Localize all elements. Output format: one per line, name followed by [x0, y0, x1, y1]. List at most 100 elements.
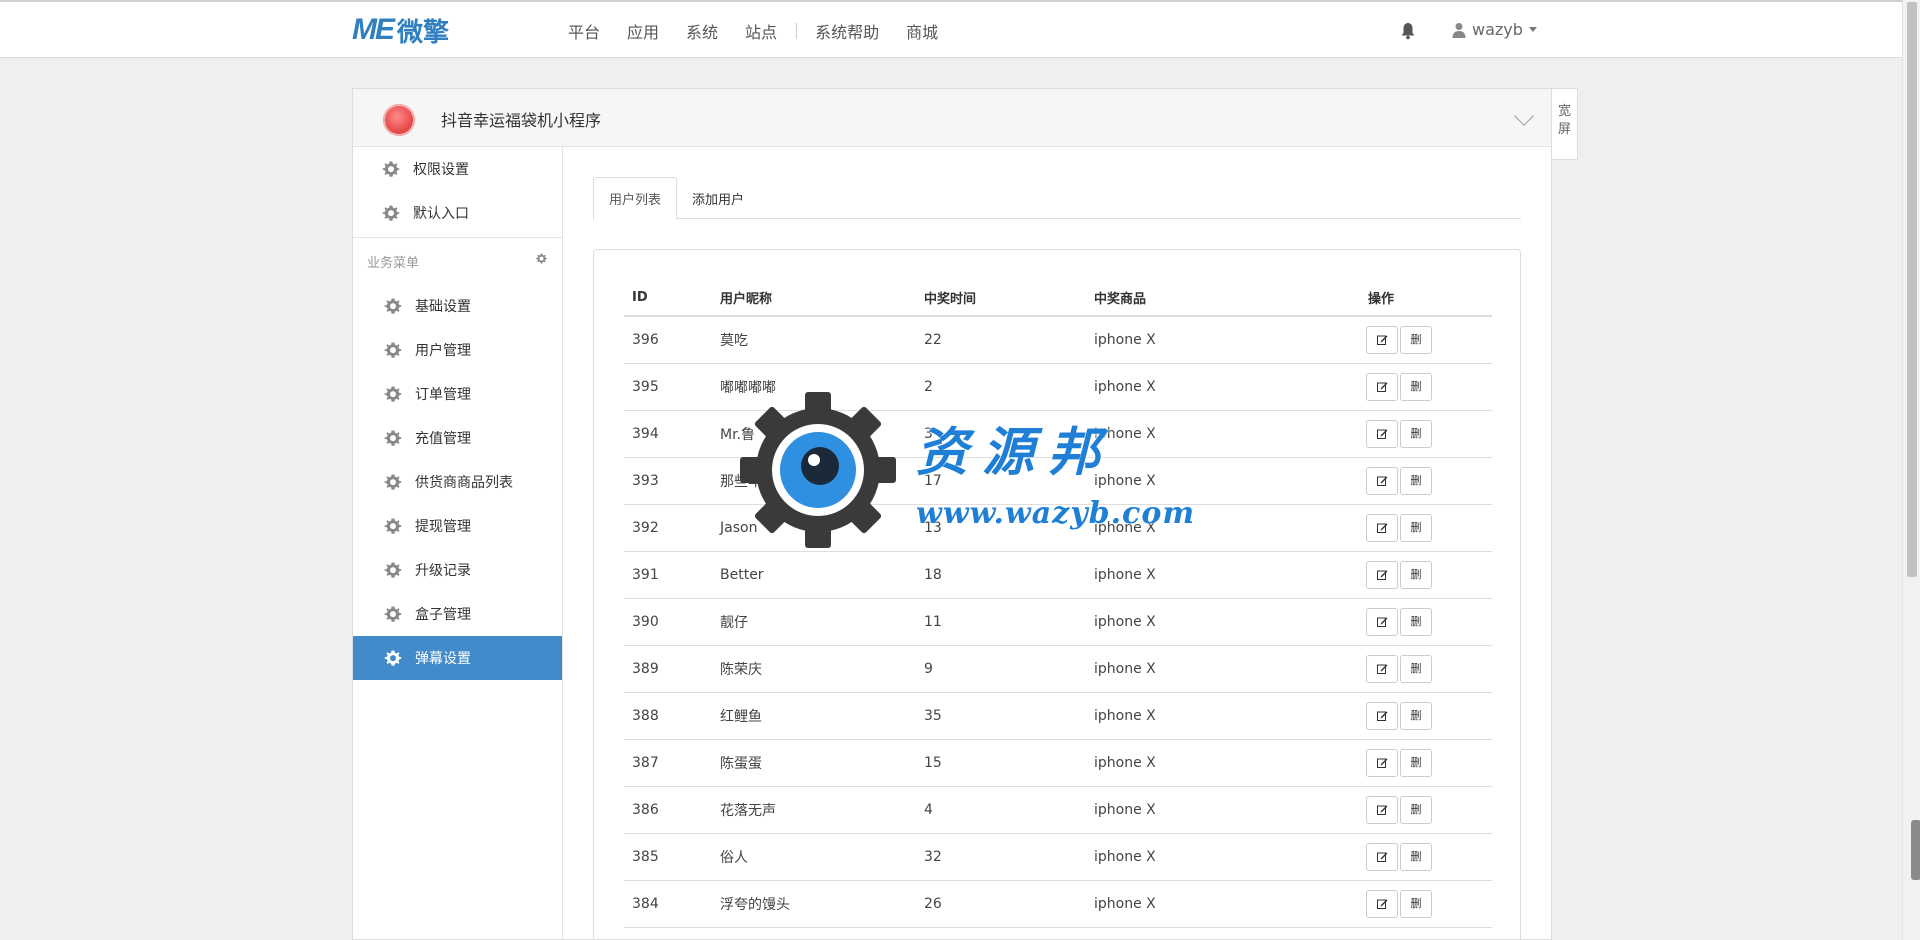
sidebar-item-supplier-goods[interactable]: 供货商商品列表 [353, 460, 562, 504]
delete-button[interactable]: 删 [1400, 842, 1432, 871]
delete-button[interactable]: 删 [1400, 419, 1432, 448]
delete-button[interactable]: 删 [1400, 466, 1432, 495]
gear-icon [381, 203, 401, 223]
sidebar-item-upgrade-records[interactable]: 升级记录 [353, 548, 562, 592]
delete-button[interactable]: 删 [1400, 889, 1432, 918]
delete-button[interactable]: 删 [1400, 372, 1432, 401]
tab-add-user[interactable]: 添加用户 [677, 177, 759, 219]
sidebar-section-title: 业务菜单 [367, 255, 420, 271]
nav-store[interactable]: 商城 [906, 19, 938, 43]
edit-button[interactable] [1366, 466, 1398, 495]
delete-button[interactable]: 删 [1400, 701, 1432, 730]
edit-button[interactable] [1366, 795, 1398, 824]
gear-icon [383, 428, 403, 448]
nav-site[interactable]: 站点 [745, 19, 777, 43]
cell-id: 386 [624, 786, 720, 834]
gear-icon[interactable] [535, 252, 548, 265]
cell-actions: 删 [1334, 551, 1492, 599]
tab-user-list[interactable]: 用户列表 [593, 177, 678, 220]
cell-win-time: 13 [924, 504, 1094, 552]
nav-apps[interactable]: 应用 [627, 19, 659, 43]
edit-button[interactable] [1366, 513, 1398, 542]
cell-id: 385 [624, 833, 720, 881]
sidebar-item-label: 盒子管理 [415, 607, 471, 623]
we7-logo[interactable]: ME 微擎 [352, 13, 449, 48]
edit-button[interactable] [1366, 889, 1398, 918]
delete-button[interactable]: 删 [1400, 513, 1432, 542]
sidebar: 权限设置 默认入口 业务菜单 基础设置 用户管理 订单管理 充值管理 供货商商品… [353, 147, 563, 939]
sidebar-item-box-management[interactable]: 盒子管理 [353, 592, 562, 636]
page-scrollbar[interactable] [1902, 0, 1920, 940]
sidebar-item-label: 权限设置 [413, 162, 469, 178]
edit-button[interactable] [1366, 842, 1398, 871]
sidebar-item-label: 基础设置 [415, 299, 471, 315]
cell-prize: iphone X [1094, 645, 1334, 693]
sidebar-item-danmaku-settings[interactable]: 弹幕设置 [353, 636, 562, 680]
cell-actions: 删 [1334, 363, 1492, 411]
gear-icon [381, 159, 401, 179]
cell-actions: 删 [1334, 786, 1492, 834]
delete-button[interactable]: 删 [1400, 748, 1432, 777]
edit-button[interactable] [1366, 325, 1398, 354]
table-row: 385 俗人 32 iphone X 删 [624, 833, 1492, 881]
wide-screen-button[interactable]: 宽屏 [1552, 88, 1578, 160]
user-menu[interactable]: wazyb [1452, 20, 1537, 39]
sidebar-item-order-management[interactable]: 订单管理 [353, 372, 562, 416]
sidebar-item-permissions[interactable]: 权限设置 [353, 147, 562, 191]
sidebar-item-label: 提现管理 [415, 519, 471, 535]
cell-win-time: 22 [924, 316, 1094, 364]
gear-icon [383, 516, 403, 536]
action-buttons: 删 [1334, 419, 1492, 448]
table-header-row: ID 用户昵称 中奖时间 中奖商品 操作 [624, 280, 1492, 317]
cell-win-time: 35 [924, 692, 1094, 740]
username: wazyb [1472, 20, 1523, 39]
sidebar-item-withdraw-management[interactable]: 提现管理 [353, 504, 562, 548]
sidebar-item-label: 用户管理 [415, 343, 471, 359]
edit-button[interactable] [1366, 654, 1398, 683]
action-buttons: 删 [1334, 513, 1492, 542]
cell-actions: 删 [1334, 880, 1492, 928]
sidebar-item-default-entry[interactable]: 默认入口 [353, 191, 562, 235]
delete-button[interactable]: 删 [1400, 795, 1432, 824]
logo-mark: ME [352, 13, 395, 46]
delete-button[interactable]: 删 [1400, 560, 1432, 589]
table-row: 389 陈荣庆 9 iphone X 删 [624, 645, 1492, 693]
edit-icon [1376, 664, 1387, 674]
sidebar-item-basic-settings[interactable]: 基础设置 [353, 284, 562, 328]
edit-button[interactable] [1366, 372, 1398, 401]
nav-platform[interactable]: 平台 [568, 19, 600, 43]
header-nickname: 用户昵称 [720, 280, 924, 317]
user-table-panel: ID 用户昵称 中奖时间 中奖商品 操作 396 莫吃 22 iphone X 删 395… [593, 249, 1521, 940]
scrollbar-thumb[interactable] [1907, 2, 1917, 577]
header-actions: 操作 [1334, 280, 1492, 317]
sidebar-item-user-management[interactable]: 用户管理 [353, 328, 562, 372]
table-row: 388 红鲤鱼 35 iphone X 删 [624, 692, 1492, 740]
edit-button[interactable] [1366, 748, 1398, 777]
delete-button[interactable]: 删 [1400, 654, 1432, 683]
cell-id: 391 [624, 551, 720, 599]
edit-icon [1376, 805, 1387, 815]
delete-button[interactable]: 删 [1400, 607, 1432, 636]
nav-system[interactable]: 系统 [686, 19, 718, 43]
chevron-down-icon[interactable] [1514, 106, 1534, 126]
delete-button[interactable]: 删 [1400, 325, 1432, 354]
nav-system-help[interactable]: 系统帮助 [815, 19, 879, 43]
cell-win-time: 2 [924, 363, 1094, 411]
edit-button[interactable] [1366, 607, 1398, 636]
edit-icon [1376, 382, 1387, 392]
action-buttons: 删 [1334, 842, 1492, 871]
cell-nickname: 陈蛋蛋 [720, 739, 924, 787]
edit-button[interactable] [1366, 419, 1398, 448]
action-buttons: 删 [1334, 795, 1492, 824]
edit-button[interactable] [1366, 701, 1398, 730]
edit-button[interactable] [1366, 560, 1398, 589]
cell-id: 388 [624, 692, 720, 740]
cell-nickname: 嘟嘟嘟嘟 [720, 363, 924, 411]
cell-id: 394 [624, 410, 720, 458]
tab-bar: 用户列表 添加用户 [593, 177, 1521, 220]
cell-prize: iphone X [1094, 457, 1334, 505]
sidebar-item-recharge-management[interactable]: 充值管理 [353, 416, 562, 460]
bell-icon[interactable] [1400, 22, 1416, 40]
cell-prize: iphone X [1094, 551, 1334, 599]
cell-win-time: 32 [924, 833, 1094, 881]
